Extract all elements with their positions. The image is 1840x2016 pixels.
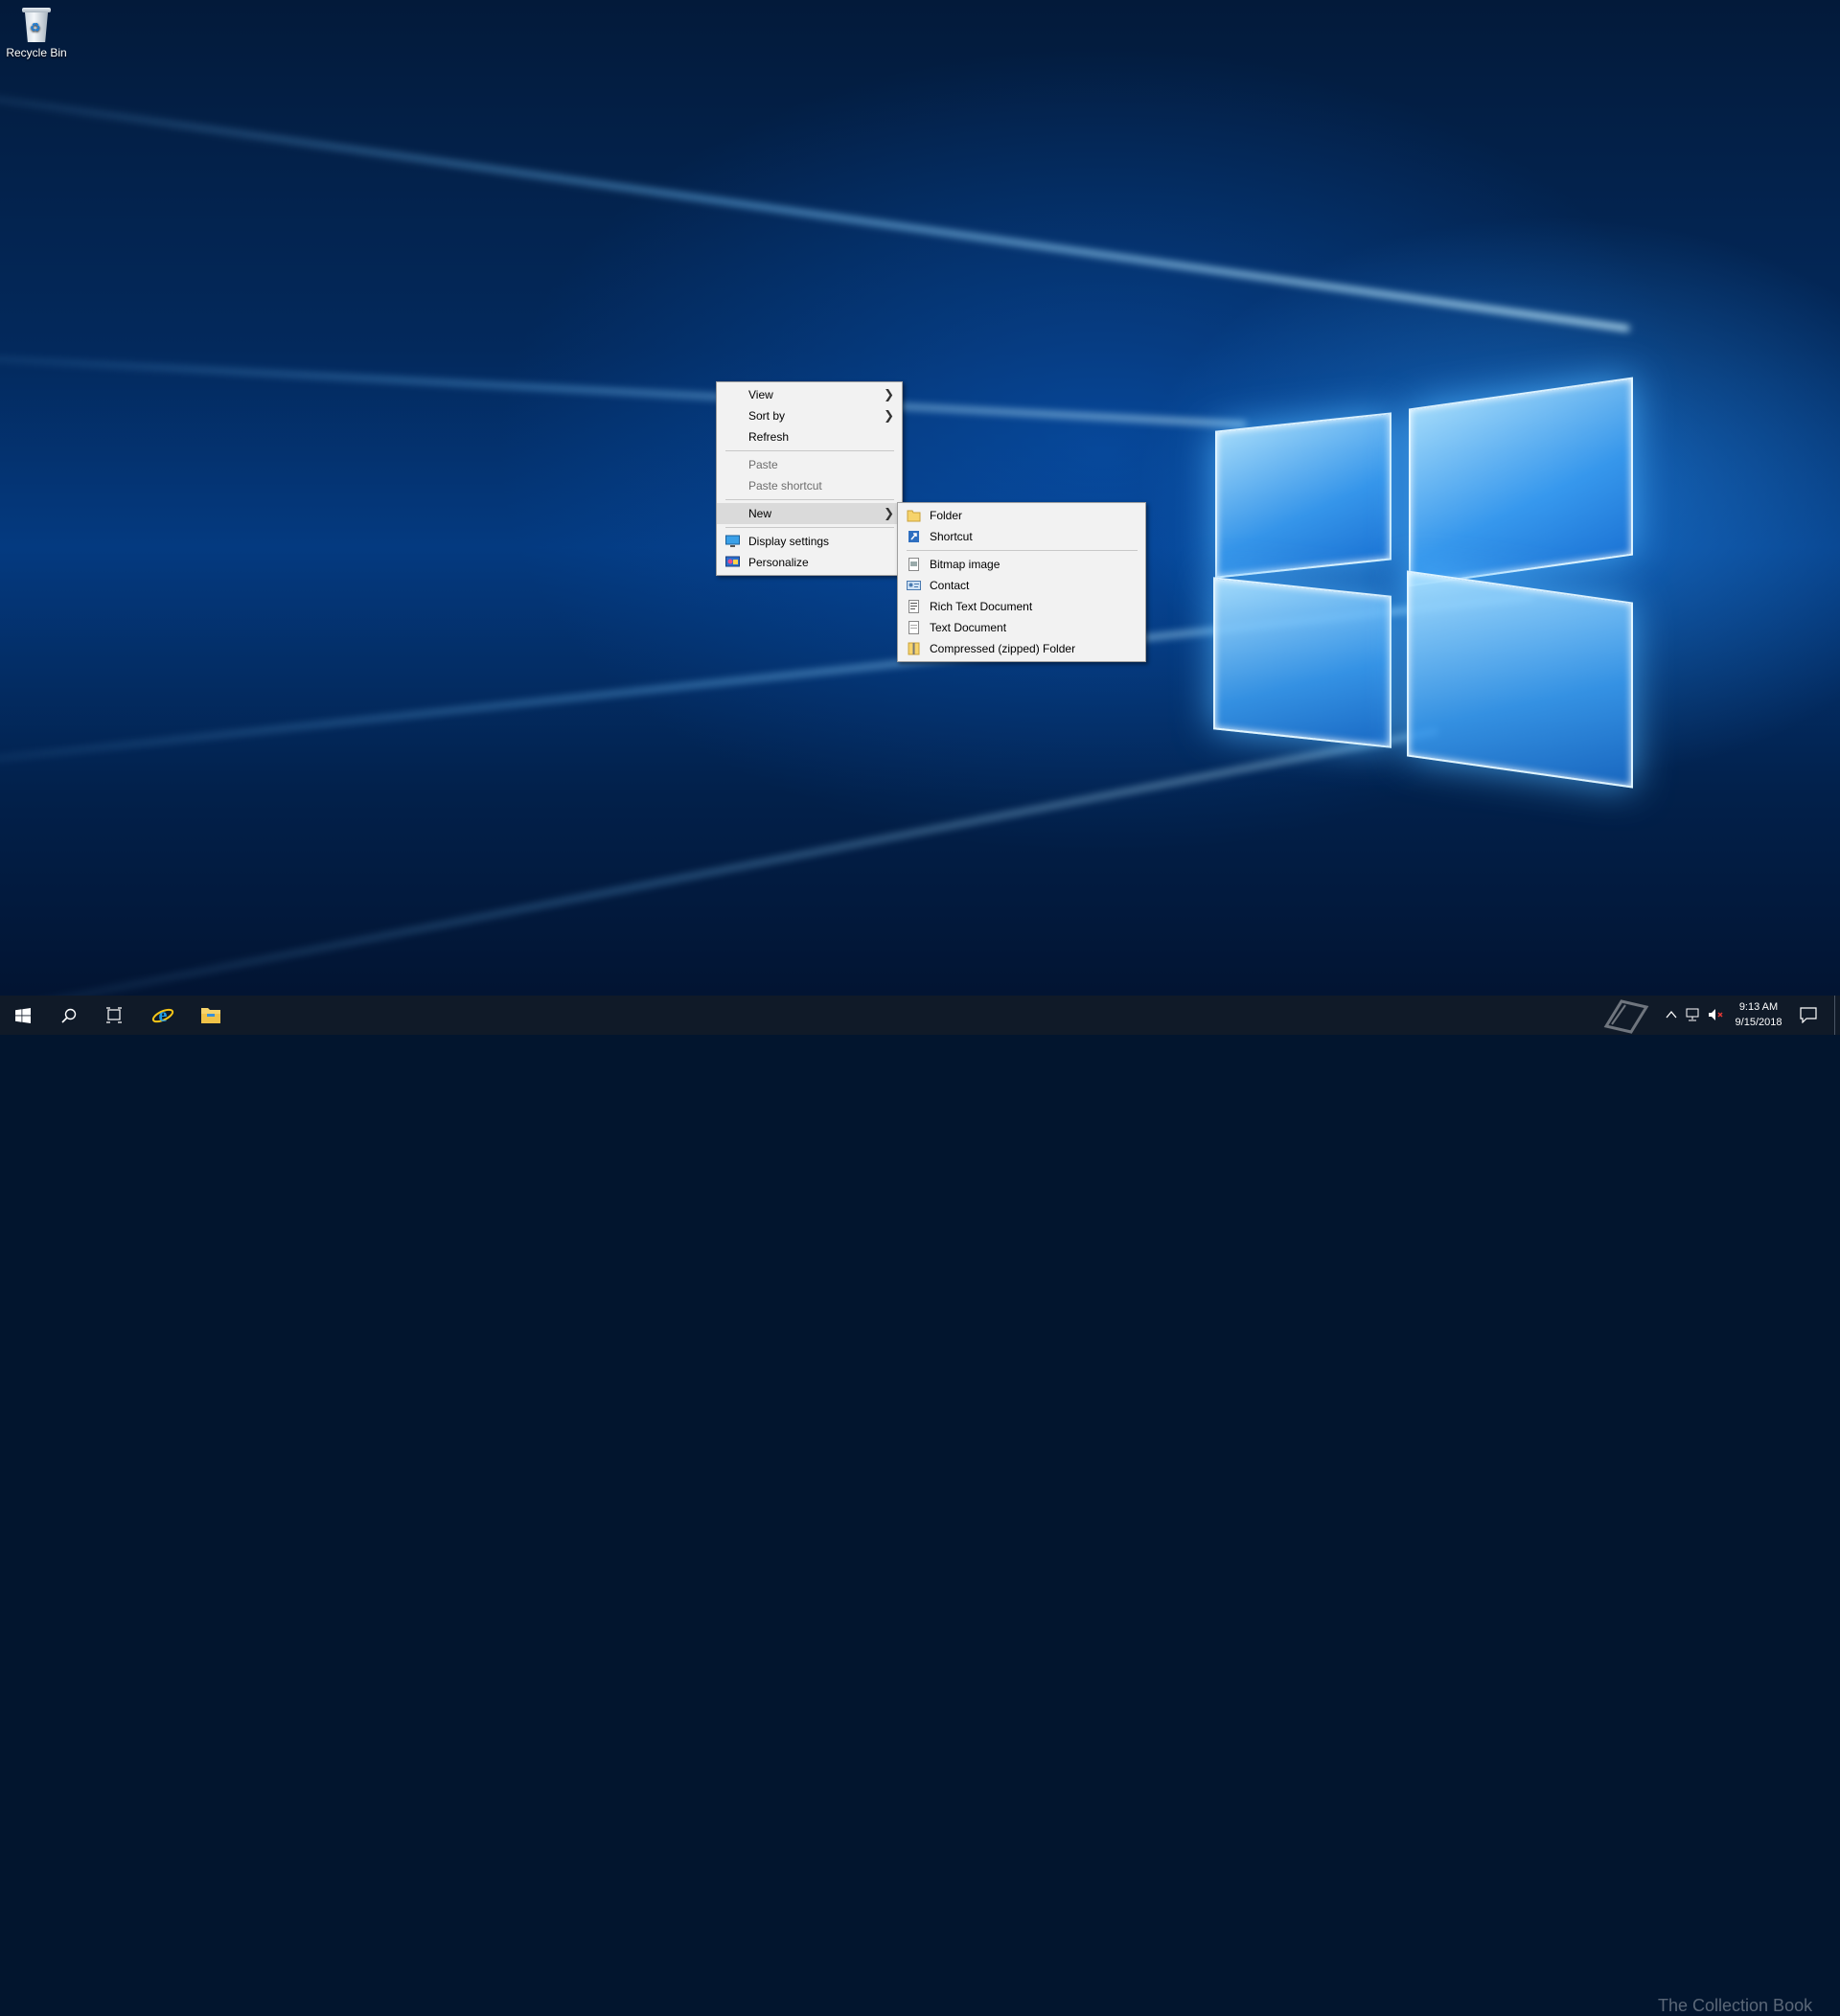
internet-explorer-button[interactable]: e — [140, 996, 186, 1035]
menu-item-label: Folder — [930, 509, 963, 522]
menu-item-label: Contact — [930, 579, 970, 592]
internet-explorer-icon: e — [151, 1005, 174, 1026]
submenu-item-shortcut[interactable]: Shortcut — [898, 526, 1145, 547]
desktop-icon-recycle-bin[interactable]: ♻ Recycle Bin — [6, 6, 67, 59]
folder-icon — [907, 510, 921, 522]
menu-item-refresh[interactable]: Refresh — [717, 426, 902, 447]
chevron-up-icon[interactable] — [1666, 1010, 1677, 1019]
file-explorer-icon — [201, 1008, 220, 1023]
menu-item-label: Paste — [748, 458, 778, 471]
menu-item-label: Display settings — [748, 535, 830, 548]
task-view-button[interactable] — [92, 996, 138, 1035]
menu-item-label: Paste shortcut — [748, 479, 822, 493]
recycle-bin-icon: ♻ — [22, 8, 51, 42]
contact-icon — [907, 581, 921, 590]
personalize-icon — [725, 556, 740, 567]
menu-item-label: View — [748, 388, 773, 401]
chevron-right-icon: ❯ — [884, 408, 894, 423]
svg-text:e: e — [159, 1005, 168, 1026]
network-icon[interactable] — [1685, 1008, 1700, 1021]
action-center-icon[interactable] — [1800, 1007, 1817, 1023]
desktop-background[interactable]: ♻ Recycle Bin — [0, 0, 1840, 996]
chevron-right-icon: ❯ — [884, 506, 894, 520]
windows-logo-pane — [1409, 377, 1633, 587]
menu-item-personalize[interactable]: Personalize — [717, 552, 902, 573]
menu-item-label: Shortcut — [930, 530, 973, 543]
display-settings-icon — [725, 535, 740, 547]
menu-item-label: Rich Text Document — [930, 600, 1033, 613]
light-beam — [0, 346, 1247, 427]
clock-time[interactable]: 9:13 AM — [1725, 1001, 1792, 1013]
menu-item-label: Compressed (zipped) Folder — [930, 642, 1076, 655]
desktop-icon-label: Recycle Bin — [6, 46, 67, 59]
menu-item-display-settings[interactable]: Display settings — [717, 531, 902, 552]
search-button[interactable] — [46, 996, 92, 1035]
zip-folder-icon — [908, 642, 920, 655]
menu-item-label: Personalize — [748, 556, 809, 569]
chevron-right-icon: ❯ — [884, 387, 894, 401]
windows-start-icon — [15, 1008, 31, 1023]
bitmap-image-icon — [908, 558, 919, 571]
light-beam — [0, 728, 1438, 996]
light-beam — [0, 72, 1630, 332]
shortcut-icon — [908, 531, 919, 542]
menu-item-label: Refresh — [748, 430, 790, 444]
submenu-item-contact[interactable]: Contact — [898, 575, 1145, 596]
submenu-item-bitmap-image[interactable]: Bitmap image — [898, 554, 1145, 575]
submenu-item-text-document[interactable]: Text Document — [898, 617, 1145, 638]
windows-logo-pane — [1407, 570, 1633, 789]
file-explorer-button[interactable] — [188, 996, 234, 1035]
watermark-text: The Collection Book — [1658, 1996, 1813, 2015]
new-submenu: Folder Shortcut Bitmap image Contact Ric… — [897, 502, 1146, 662]
desktop-context-menu: View ❯ Sort by ❯ Refresh Paste Paste sho… — [716, 381, 903, 576]
menu-item-paste[interactable]: Paste — [717, 454, 902, 475]
show-desktop-button[interactable] — [1834, 996, 1840, 1035]
text-document-icon — [908, 621, 919, 634]
menu-item-sort-by[interactable]: Sort by ❯ — [717, 405, 902, 426]
clock-date[interactable]: 9/15/2018 — [1725, 1017, 1792, 1028]
menu-item-label: Text Document — [930, 621, 1007, 634]
menu-item-view[interactable]: View ❯ — [717, 384, 902, 405]
submenu-item-rich-text-document[interactable]: Rich Text Document — [898, 596, 1145, 617]
menu-item-label: Bitmap image — [930, 558, 1000, 571]
start-button[interactable] — [0, 996, 46, 1035]
task-view-icon — [106, 1007, 122, 1023]
submenu-item-folder[interactable]: Folder — [898, 505, 1145, 526]
rich-text-document-icon — [908, 600, 919, 613]
windows-logo-pane — [1215, 412, 1392, 579]
menu-item-label: New — [748, 507, 772, 520]
search-icon — [61, 1008, 77, 1023]
menu-item-new[interactable]: New ❯ — [717, 503, 902, 524]
taskbar: e The Collection Book 9:13 AM 9/15/2018 — [0, 996, 1840, 2015]
menu-item-paste-shortcut[interactable]: Paste shortcut — [717, 475, 902, 496]
windows-logo-pane — [1213, 577, 1392, 748]
book-watermark-icon — [1603, 999, 1649, 1034]
volume-muted-icon[interactable] — [1708, 1008, 1723, 1021]
submenu-item-compressed-folder[interactable]: Compressed (zipped) Folder — [898, 638, 1145, 659]
menu-item-label: Sort by — [748, 409, 786, 423]
